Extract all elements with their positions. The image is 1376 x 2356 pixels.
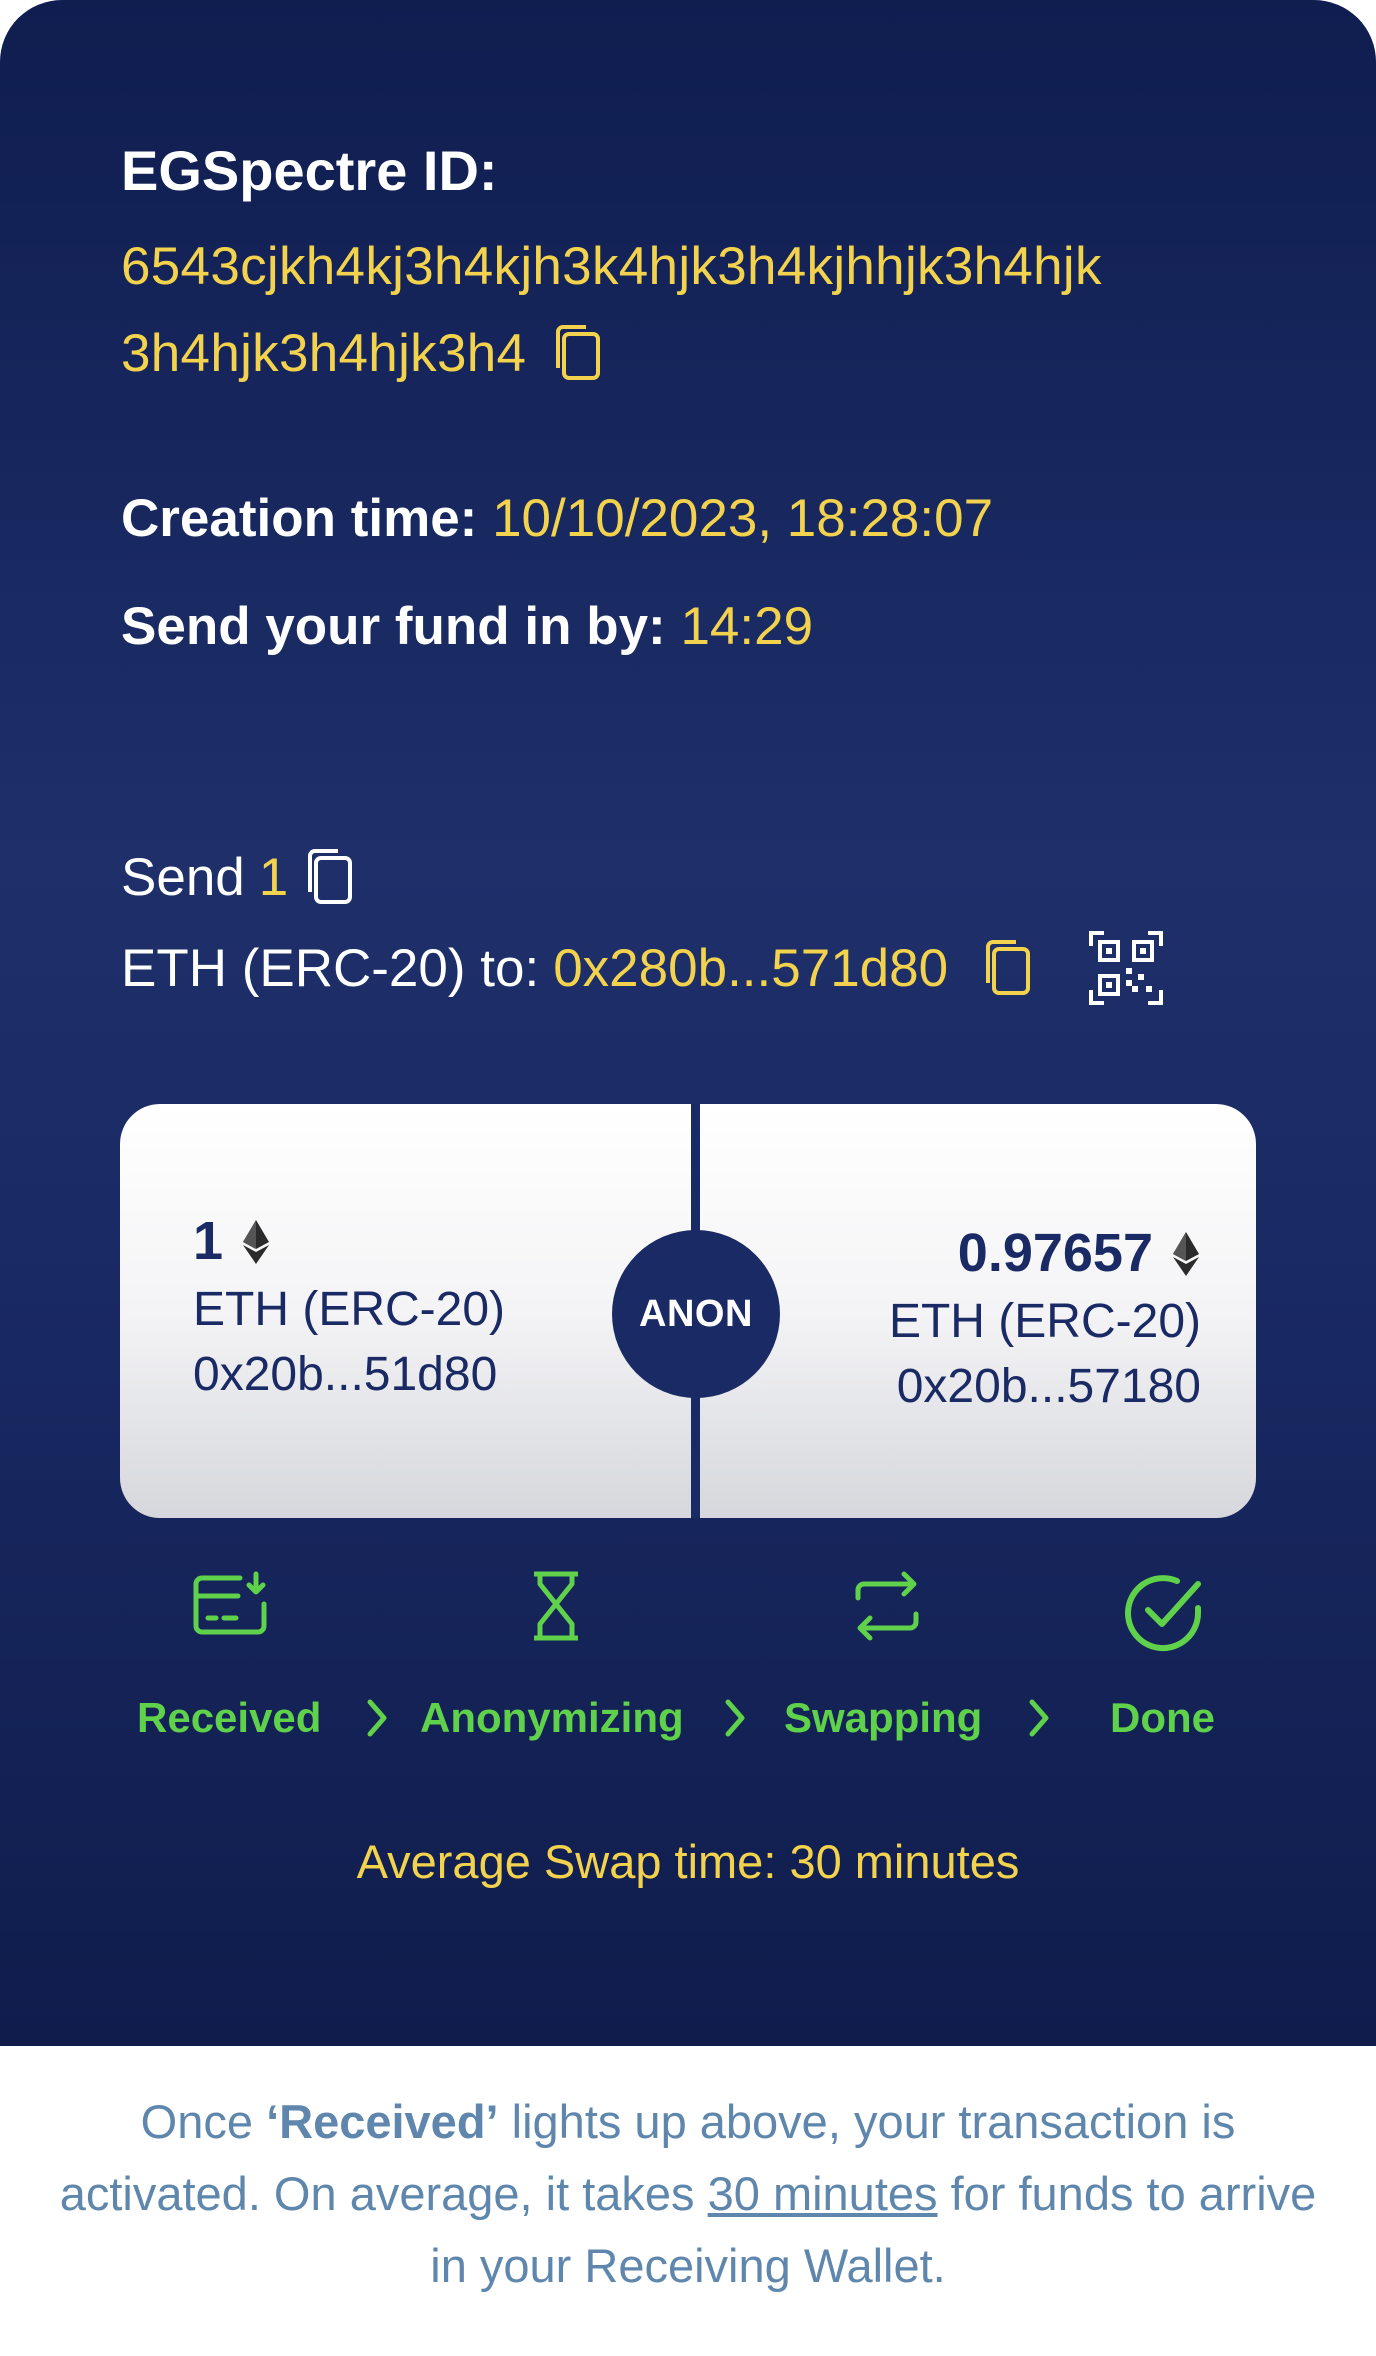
- copy-id-icon[interactable]: [550, 322, 604, 384]
- id-value-line2-row: 3h4hjk3h4hjk3h4: [121, 322, 604, 384]
- average-swap-time: Average Swap time: 30 minutes: [356, 1835, 1020, 1888]
- send-deadline-label: Send your fund in by:: [121, 597, 666, 656]
- copy-amount-icon[interactable]: [302, 846, 356, 908]
- hourglass-icon: [526, 1570, 586, 1647]
- deposit-address: 0x280b...571d80: [553, 938, 949, 998]
- step-received-label: Received: [137, 1694, 322, 1741]
- card-download-icon: [192, 1570, 272, 1647]
- send-deadline-value: 14:29: [680, 597, 814, 656]
- chevron-right-icon: [720, 1698, 750, 1738]
- ethereum-icon: [241, 1217, 271, 1265]
- destination-asset: ETH (ERC-20): [888, 1295, 1201, 1348]
- note-bold: ‘Received’: [266, 2095, 499, 2148]
- swap-destination: 0.97657 ETH (ERC-20) 0x20b...57180: [889, 1222, 1201, 1414]
- id-label: EGSpectre ID:: [121, 139, 498, 202]
- source-asset: ETH (ERC-20): [193, 1283, 506, 1336]
- qr-code-icon[interactable]: [1088, 930, 1164, 1006]
- check-circle-icon: [1120, 1570, 1206, 1661]
- info-note: Once ‘Received’ lights up above, your tr…: [40, 2086, 1336, 2302]
- note-text-1: Once: [140, 2095, 267, 2148]
- swap-source: 1 ETH (ERC-20) 0x20b...51d80: [193, 1210, 505, 1402]
- creation-time-value: 10/10/2023, 18:28:07: [492, 489, 994, 548]
- step-swapping-label: Swapping: [784, 1694, 983, 1741]
- send-address-row: ETH (ERC-20) to: 0x280b...571d80: [121, 930, 1164, 1006]
- send-prefix: Send: [121, 847, 245, 907]
- chevron-right-icon: [362, 1698, 392, 1738]
- id-value-line2: 3h4hjk3h4hjk3h4: [121, 323, 527, 383]
- creation-time-row: Creation time: 10/10/2023, 18:28:07: [121, 488, 993, 549]
- source-amount: 1: [193, 1211, 224, 1271]
- send-amount-row: Send 1: [121, 846, 356, 908]
- source-address: 0x20b...51d80: [193, 1348, 498, 1401]
- step-anonymizing-label: Anonymizing: [420, 1694, 684, 1741]
- destination-address: 0x20b...57180: [896, 1360, 1201, 1413]
- progress-steps-icons: [0, 1570, 1376, 1660]
- copy-address-icon[interactable]: [980, 937, 1034, 999]
- swap-arrows-icon: [852, 1570, 922, 1647]
- destination-amount: 0.97657: [957, 1223, 1153, 1283]
- id-value-line1: 6543cjkh4kj3h4kjh3k4hjk3h4kjhhjk3h4hjk: [121, 237, 1102, 296]
- anon-badge: ANON: [612, 1230, 780, 1398]
- step-done-label: Done: [1110, 1694, 1215, 1741]
- ethereum-icon: [1171, 1229, 1201, 1277]
- progress-steps-labels: Received Anonymizing Swapping Done: [0, 1694, 1376, 1744]
- note-link-30-minutes[interactable]: 30 minutes: [708, 2167, 938, 2220]
- chevron-right-icon: [1024, 1698, 1054, 1738]
- send-deadline-row: Send your fund in by: 14:29: [121, 596, 813, 657]
- send-asset-to: ETH (ERC-20) to:: [121, 938, 540, 998]
- creation-time-label: Creation time:: [121, 489, 478, 548]
- send-amount: 1: [258, 847, 289, 907]
